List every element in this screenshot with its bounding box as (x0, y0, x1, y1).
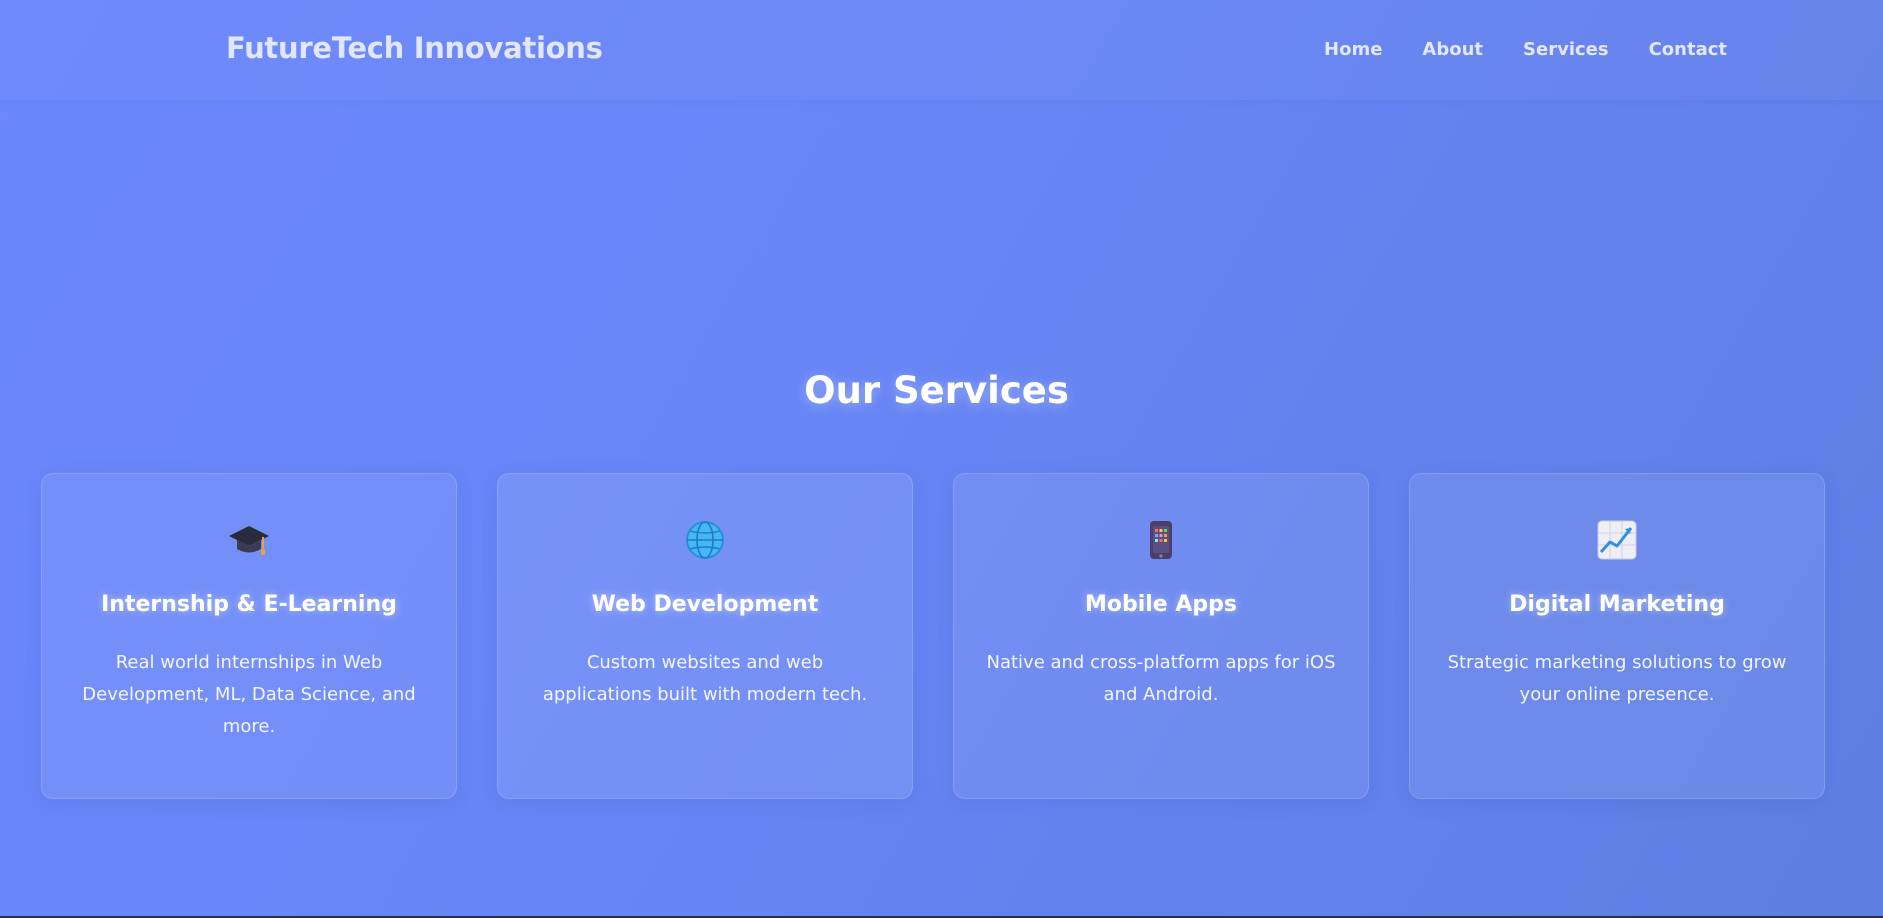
graduation-cap-icon (229, 526, 269, 555)
service-card-description: Strategic marketing solutions to grow yo… (1447, 652, 1787, 705)
nav-link-services[interactable]: Services (1523, 39, 1609, 60)
service-card-title: Web Development (591, 592, 819, 617)
main-nav: Home About Services Contact (1284, 39, 1727, 60)
service-card-internship[interactable]: Internship & E-Learning Real world inter… (41, 473, 457, 799)
navbar: FutureTech Innovations Home About Servic… (0, 0, 1883, 100)
service-card-description: Custom websites and web applications bui… (542, 652, 868, 705)
globe-icon (686, 521, 724, 559)
service-card-description: Real world internships in Web Developmen… (82, 652, 416, 737)
service-card-title: Internship & E-Learning (101, 592, 397, 617)
service-card-web-development[interactable]: Web Development Custom websites and web … (497, 473, 913, 799)
service-card-description: Native and cross-platform apps for iOS a… (986, 652, 1336, 705)
service-card-digital-marketing[interactable]: Digital Marketing Strategic marketing so… (1409, 473, 1825, 799)
services-grid: Internship & E-Learning Real world inter… (41, 473, 1825, 799)
nav-link-home[interactable]: Home (1324, 39, 1382, 60)
chart-increasing-icon (1597, 520, 1637, 560)
service-card-title: Digital Marketing (1509, 592, 1725, 617)
brand-logo-text[interactable]: FutureTech Innovations (226, 31, 603, 65)
service-card-mobile-apps[interactable]: Mobile Apps Native and cross-platform ap… (953, 473, 1369, 799)
mobile-phone-icon (1150, 521, 1172, 559)
nav-link-about[interactable]: About (1422, 39, 1483, 60)
service-card-title: Mobile Apps (1084, 592, 1238, 617)
section-title: Our Services (804, 368, 1069, 412)
nav-link-contact[interactable]: Contact (1649, 39, 1727, 60)
